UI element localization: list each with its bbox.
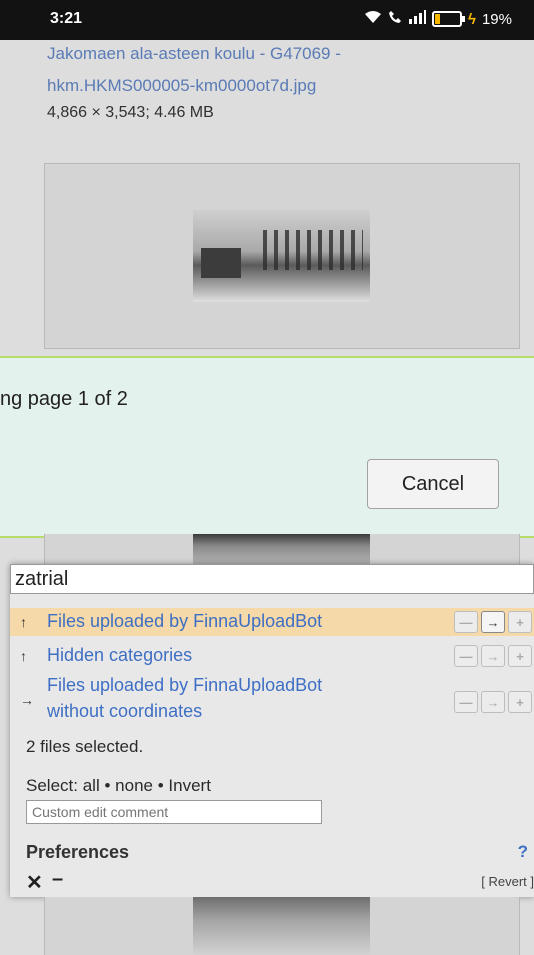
file-link-line1[interactable]: Jakomaen ala-asteen koulu - G47069 -	[47, 42, 507, 66]
selected-count: 2 files selected.	[26, 737, 144, 756]
battery-percent: 19%	[481, 10, 512, 28]
category-row[interactable]: ↑ Files uploaded by FinnaUploadBot — → +	[10, 608, 534, 636]
move-button[interactable]: →	[481, 645, 505, 667]
category-link-line2[interactable]: without coordinates	[47, 699, 202, 723]
battery-icon	[432, 11, 466, 27]
category-link[interactable]: Hidden categories	[47, 643, 192, 667]
call-icon	[388, 10, 402, 28]
select-none-link[interactable]: none	[115, 776, 153, 795]
remove-button[interactable]: —	[454, 611, 478, 633]
remove-button[interactable]: —	[454, 691, 478, 713]
status-time: 3:21	[50, 10, 83, 27]
signal-icon	[408, 10, 427, 28]
file-meta: 4,866 × 3,543; 4.46 MB	[47, 104, 214, 121]
category-row[interactable]: ↑ Hidden categories — → +	[10, 642, 534, 670]
remove-button[interactable]: —	[454, 645, 478, 667]
thumbnail-image[interactable]	[193, 210, 370, 302]
move-button[interactable]: →	[481, 691, 505, 713]
category-arrow: ↑	[20, 614, 27, 630]
thumbnail-image-3[interactable]	[193, 897, 370, 955]
category-buttons: — → +	[454, 645, 532, 667]
category-buttons: — → +	[454, 691, 532, 713]
help-link[interactable]: ?	[518, 842, 528, 862]
building-shape	[201, 248, 241, 278]
hotcat-panel: ↑ Files uploaded by FinnaUploadBot — → +…	[10, 564, 534, 897]
select-controls: Select: all • none • Invert	[26, 776, 211, 796]
close-icon[interactable]: ✕	[26, 870, 43, 895]
file-link-line2[interactable]: hkm.HKMS000005-km0000ot7d.jpg	[47, 74, 507, 98]
charging-icon: ϟ	[468, 10, 476, 28]
status-icons: ϟ 19%	[364, 10, 512, 28]
preferences-link[interactable]: Preferences	[26, 842, 129, 863]
cancel-button[interactable]: Cancel	[367, 459, 499, 509]
add-button[interactable]: +	[508, 691, 532, 713]
category-buttons: — → +	[454, 611, 532, 633]
category-arrow: ↑	[20, 648, 27, 664]
separator-dot: •	[157, 776, 164, 795]
progress-message: ng page 1 of 2	[0, 388, 128, 410]
category-arrow: →	[20, 692, 34, 708]
category-link[interactable]: Files uploaded by FinnaUploadBot	[47, 609, 322, 633]
separator-dot: •	[104, 776, 111, 795]
add-button[interactable]: +	[508, 611, 532, 633]
wifi-icon	[364, 10, 382, 28]
trees-shape	[263, 230, 363, 270]
status-bar: 3:21 ϟ 19%	[0, 0, 534, 40]
select-all-link[interactable]: all	[83, 776, 100, 795]
thumbnail-frame-3[interactable]	[44, 897, 520, 955]
progress-dialog: ng page 1 of 2 Cancel	[0, 356, 534, 538]
select-label: Select:	[26, 776, 78, 795]
add-button[interactable]: +	[508, 645, 532, 667]
edit-comment-input[interactable]	[26, 800, 322, 824]
move-button[interactable]: →	[481, 611, 505, 633]
category-link-line1[interactable]: Files uploaded by FinnaUploadBot	[47, 673, 322, 697]
minimize-icon[interactable]: –	[52, 868, 63, 891]
select-invert-link[interactable]: Invert	[168, 776, 211, 795]
revert-link[interactable]: [ Revert ]	[481, 874, 534, 889]
category-input[interactable]	[10, 564, 534, 594]
category-row[interactable]: → Files uploaded by FinnaUploadBot witho…	[10, 670, 534, 726]
